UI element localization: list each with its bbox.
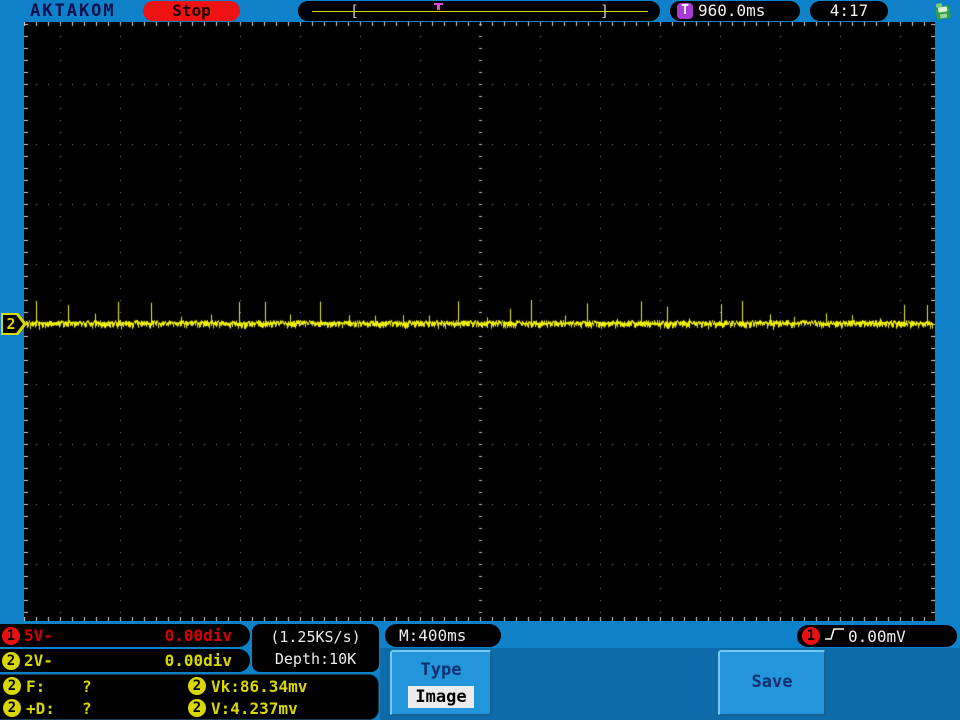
save-button[interactable]: Save (718, 650, 826, 716)
bottom-panel: 1 5V- 0.00div 2 2V- 0.00div (1.25KS/s) D… (0, 622, 960, 720)
measurement-frequency: 2 F: ? (0, 675, 185, 697)
measurement-duty: 2 +D: ? (0, 697, 185, 719)
measurement-vrms: 2 V: 4.237mv (185, 697, 378, 719)
trigger-time-value: 960.0ms (698, 1, 766, 20)
usb-storage-icon (933, 2, 953, 25)
measurement-label: Vk: (211, 676, 240, 696)
record-length-line (312, 11, 648, 12)
measurement-label: V: (211, 698, 231, 718)
measurement-label: +D: (26, 698, 55, 718)
type-menu-selected-value[interactable]: Image (408, 686, 474, 708)
save-button-label: Save (751, 672, 793, 692)
measurement-value: ? (82, 698, 92, 718)
memory-depth: Depth:10K (274, 650, 357, 668)
trigger-marker-stem (437, 5, 440, 10)
channel2-scale: 2V- (24, 651, 53, 670)
waveform-display (24, 22, 935, 621)
oscilloscope-screen: AKTAKOM Stop [ ] T 960.0ms 4:17 2 1 5V- … (0, 0, 960, 720)
top-status-bar: AKTAKOM Stop [ ] T 960.0ms 4:17 (0, 0, 960, 22)
trigger-level-value: 0.00mV (848, 626, 906, 646)
trigger-position-bar[interactable]: [ ] (298, 1, 660, 21)
measurement-value: 86.34mv (239, 676, 308, 696)
measurement-vpk: 2 Vk: 86.34mv (185, 675, 378, 697)
measurement-value: 4.237mv (230, 698, 298, 718)
trigger-t-icon: T (677, 3, 693, 19)
trigger-source-badge: 1 (802, 627, 820, 645)
measurement-channel-badge: 2 (3, 677, 21, 695)
channel2-marker-label: 2 (6, 315, 16, 333)
measurement-channel-badge: 2 (188, 677, 206, 695)
view-window-right-bracket: ] (600, 2, 610, 20)
measurement-channel-badge: 2 (188, 699, 206, 717)
run-stop-label: Stop (172, 1, 211, 20)
measurements-panel: 2 F: ? 2 Vk: 86.34mv 2 +D: ? 2 V: 4.237m… (0, 674, 379, 720)
rising-edge-icon (824, 626, 846, 646)
measurement-channel-badge: 2 (3, 699, 21, 717)
channel2-badge: 2 (2, 651, 20, 670)
acquisition-info-box: (1.25KS/s) Depth:10K (252, 624, 379, 672)
sample-rate: (1.25KS/s) (270, 628, 361, 646)
channel1-readout-row: 1 5V- 0.00div (0, 624, 250, 647)
trigger-position-marker-icon[interactable] (434, 3, 443, 10)
channel1-position: 0.00div (164, 626, 232, 645)
channel2-position-marker[interactable]: 2 (1, 313, 27, 335)
type-menu-label: Type (420, 660, 462, 680)
graticule-waveform-canvas (24, 22, 935, 621)
clock: 4:17 (810, 1, 888, 21)
trigger-time-readout: T 960.0ms (670, 1, 800, 21)
channel2-readout-row: 2 2V- 0.00div (0, 649, 250, 672)
channel2-position: 0.00div (164, 651, 232, 670)
type-menu-button[interactable]: Type Image (390, 650, 492, 716)
timebase-readout: M:400ms (385, 624, 501, 647)
run-stop-button[interactable]: Stop (143, 1, 240, 21)
brand-logo: AKTAKOM (30, 1, 116, 21)
channel1-scale: 5V- (24, 626, 53, 645)
channel1-badge: 1 (2, 626, 20, 645)
measurement-value: ? (82, 676, 92, 696)
trigger-level-readout: 1 0.00mV (797, 625, 957, 647)
measurement-label: F: (26, 676, 46, 696)
view-window-left-bracket: [ (350, 2, 360, 20)
